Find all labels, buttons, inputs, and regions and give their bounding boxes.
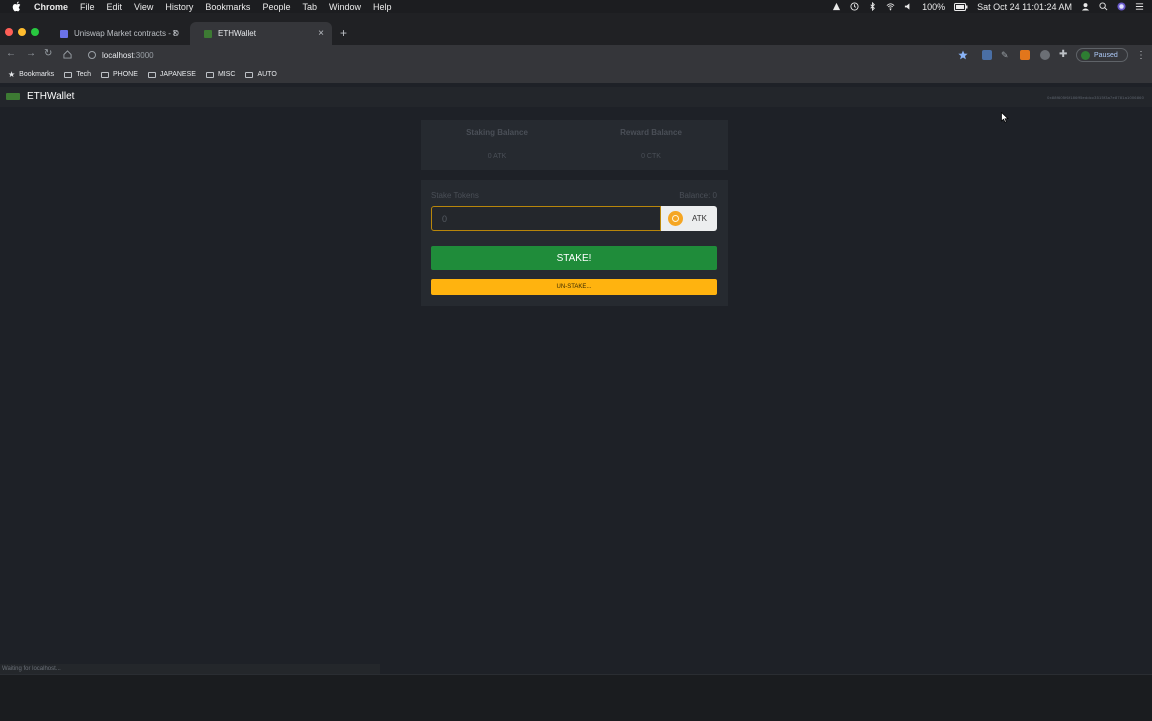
bookmark-folder-phone[interactable]: PHONE xyxy=(100,71,138,78)
new-tab-button[interactable]: + xyxy=(340,26,347,40)
tab-title: Uniswap Market contracts - D xyxy=(74,29,179,38)
bookmark-folder-auto[interactable]: AUTO xyxy=(245,71,277,78)
macos-menubar: Chrome File Edit View History Bookmarks … xyxy=(0,0,1152,13)
user-icon[interactable] xyxy=(1081,2,1090,11)
app-brand[interactable]: ETHWallet xyxy=(27,91,74,102)
time-machine-icon[interactable] xyxy=(850,2,859,11)
spotlight-search-icon[interactable] xyxy=(1099,2,1108,11)
stake-amount-input[interactable]: 0 xyxy=(431,206,661,231)
mouse-cursor-icon xyxy=(1001,112,1009,123)
token-coin-icon xyxy=(668,211,683,226)
back-icon[interactable]: ← xyxy=(6,48,16,59)
menu-history[interactable]: History xyxy=(165,2,193,12)
stake-amount-placeholder: 0 xyxy=(442,213,448,224)
menu-app-name[interactable]: Chrome xyxy=(34,2,68,12)
ethwallet-logo-icon xyxy=(6,93,20,100)
menu-people[interactable]: People xyxy=(262,2,290,12)
forward-icon[interactable]: → xyxy=(26,48,36,59)
reward-balance-label: Reward Balance xyxy=(620,128,682,137)
folder-icon xyxy=(245,71,254,78)
profile-paused-button[interactable]: Paused xyxy=(1076,48,1128,62)
menu-help[interactable]: Help xyxy=(373,2,392,12)
battery-icon[interactable] xyxy=(954,2,968,11)
bookmark-folder-tech[interactable]: Tech xyxy=(64,71,91,78)
apple-icon[interactable] xyxy=(12,1,22,12)
metamask-fox-icon[interactable] xyxy=(1020,50,1030,60)
bookmark-folder-misc[interactable]: MISC xyxy=(205,71,235,78)
ethwallet-favicon-icon xyxy=(204,29,212,38)
bluetooth-icon[interactable] xyxy=(868,2,877,11)
tab-ethwallet[interactable]: ETHWallet × xyxy=(190,22,332,45)
menu-bookmarks[interactable]: Bookmarks xyxy=(205,2,250,12)
menu-tab[interactable]: Tab xyxy=(302,2,317,12)
folder-icon xyxy=(147,71,156,78)
bookmark-folder-japanese[interactable]: JAPANESE xyxy=(147,71,196,78)
unstake-button[interactable]: UN-STAKE... xyxy=(431,279,717,295)
siri-icon[interactable] xyxy=(1117,2,1126,11)
url-text: localhost:3000 xyxy=(102,50,154,60)
tab-title: ETHWallet xyxy=(218,29,256,38)
extension-ublock-icon[interactable] xyxy=(1040,50,1050,60)
window-zoom-button[interactable] xyxy=(31,28,39,36)
uniswap-favicon-icon xyxy=(60,29,68,38)
reload-icon[interactable]: ↻ xyxy=(44,48,52,59)
notification-center-icon[interactable] xyxy=(1135,2,1144,11)
address-bar[interactable]: localhost:3000 xyxy=(82,47,952,63)
chrome-menu-icon[interactable]: ⋮ xyxy=(1136,50,1146,61)
token-symbol: ATK xyxy=(692,214,707,223)
window-close-button[interactable] xyxy=(5,28,13,36)
bookmark-star-icon[interactable] xyxy=(958,50,968,60)
volume-icon[interactable] xyxy=(904,2,913,11)
profile-avatar xyxy=(1081,50,1090,60)
extensions-puzzle-icon[interactable]: ✚ xyxy=(1059,50,1069,60)
staking-balance-label: Staking Balance xyxy=(466,128,528,137)
bookmark-bookmarks[interactable]: ★ Bookmarks xyxy=(8,70,54,79)
stake-button[interactable]: STAKE! xyxy=(431,246,717,270)
tab-close-icon[interactable]: × xyxy=(318,28,324,39)
wifi-icon[interactable] xyxy=(886,2,895,11)
wallet-balance-label: Balance: 0 xyxy=(679,191,717,200)
account-address: 0x88f605f6f186ff5eddcc3515f3a7e8781a1006… xyxy=(1047,95,1144,100)
reward-balance-value: 0 CTK xyxy=(641,153,661,160)
menubar-clock[interactable]: Sat Oct 24 11:01:24 AM xyxy=(977,2,1072,12)
menu-window[interactable]: Window xyxy=(329,2,361,12)
tab-uniswap[interactable]: Uniswap Market contracts - D × xyxy=(46,22,186,45)
tab-close-icon[interactable]: × xyxy=(172,28,178,39)
folder-icon xyxy=(205,71,214,78)
menu-edit[interactable]: Edit xyxy=(107,2,123,12)
menu-view[interactable]: View xyxy=(134,2,153,12)
folder-icon xyxy=(100,71,109,78)
menu-file[interactable]: File xyxy=(80,2,95,12)
app-navbar xyxy=(0,87,1152,107)
bookmarks-bar: ★ Bookmarks Tech PHONE JAPANESE MISC AUTO xyxy=(0,66,1152,83)
folder-icon xyxy=(64,71,73,78)
battery-percent: 100% xyxy=(922,1,946,12)
window-minimize-button[interactable] xyxy=(18,28,26,36)
staking-balance-value: 0 ATK xyxy=(487,153,507,160)
token-addon: ATK xyxy=(661,206,717,231)
site-info-icon[interactable] xyxy=(88,51,96,59)
extension-tab-icon[interactable] xyxy=(982,50,992,60)
dock-area xyxy=(0,674,1152,721)
extension-pen-icon[interactable]: ✎ xyxy=(1001,50,1011,60)
stake-tokens-label: Stake Tokens xyxy=(431,191,479,200)
browser-status-bar: Waiting for localhost... xyxy=(0,664,380,674)
user-alert-icon[interactable] xyxy=(832,2,841,11)
star-icon: ★ xyxy=(8,70,16,79)
profile-status-label: Paused xyxy=(1094,51,1118,59)
home-icon[interactable] xyxy=(63,50,72,59)
